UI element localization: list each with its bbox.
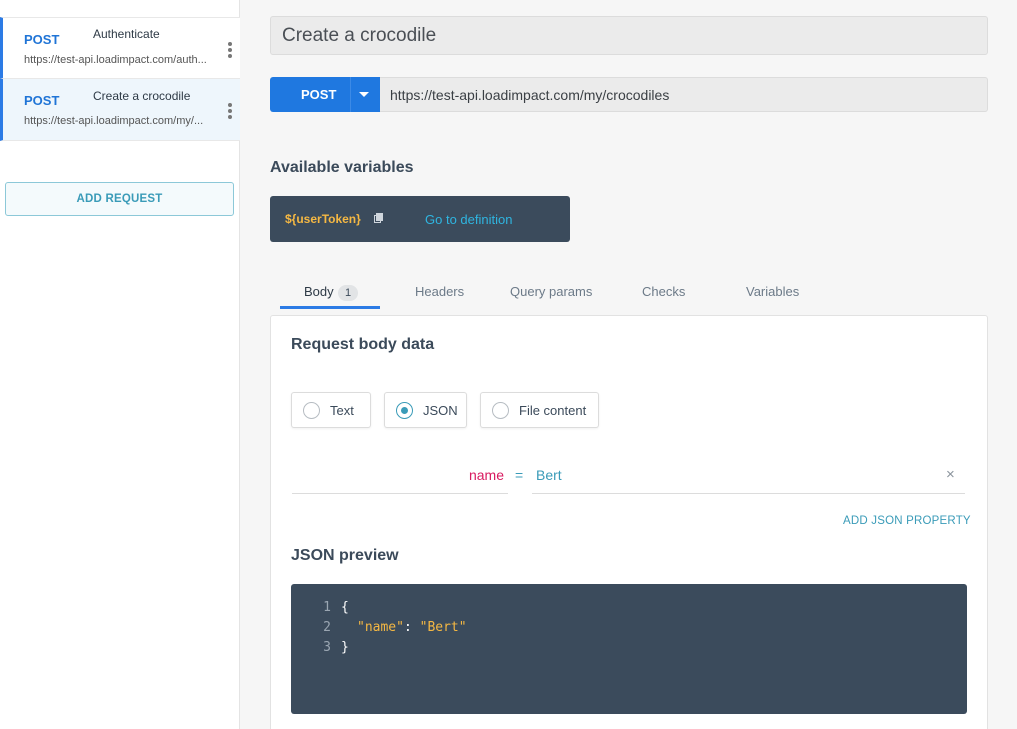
tab-checks[interactable]: Checks <box>642 284 685 299</box>
equals-sign: = <box>515 467 524 483</box>
sidebar: POST Authenticate https://test-api.loadi… <box>0 0 240 729</box>
variable-card: ${userToken} Go to definition <box>270 196 570 242</box>
tab-query-params[interactable]: Query params <box>510 284 592 299</box>
code-key: "name" <box>357 620 404 635</box>
radio-label: Text <box>330 403 354 418</box>
add-request-button[interactable]: ADD REQUEST <box>5 182 234 216</box>
request-item-create-crocodile[interactable]: POST Create a crocodile https://test-api… <box>0 79 240 141</box>
json-preview-code: 1 { 2 "name": "Bert" 3 } <box>291 584 967 714</box>
active-tab-indicator <box>280 306 380 309</box>
more-options-icon[interactable] <box>228 103 232 119</box>
body-type-json-radio[interactable]: JSON <box>384 392 467 428</box>
more-options-icon[interactable] <box>228 42 232 58</box>
code-colon: : <box>403 620 420 635</box>
close-icon[interactable]: × <box>946 466 955 483</box>
request-body-heading: Request body data <box>291 336 435 353</box>
copy-icon[interactable] <box>374 213 383 223</box>
method-label: POST <box>301 87 337 102</box>
request-url: https://test-api.loadimpact.com/auth... <box>24 54 207 66</box>
request-method: POST <box>24 32 60 47</box>
url-input[interactable]: https://test-api.loadimpact.com/my/croco… <box>380 77 988 112</box>
request-name: Create a crocodile <box>93 89 191 103</box>
property-value: Bert <box>536 467 562 483</box>
line-number: 3 <box>323 640 331 655</box>
available-variables-heading: Available variables <box>270 159 414 176</box>
variable-name: ${userToken} <box>285 212 361 226</box>
body-type-text-radio[interactable]: Text <box>291 392 371 428</box>
json-property-value-input[interactable]: Bert <box>532 455 965 494</box>
code-string: "Bert" <box>419 620 467 635</box>
tab-variables[interactable]: Variables <box>746 284 799 299</box>
code-text: { <box>341 600 349 615</box>
add-json-property-button[interactable]: ADD JSON PROPERTY <box>843 515 971 527</box>
method-dropdown[interactable]: POST <box>270 77 380 112</box>
property-key: name <box>468 467 504 483</box>
chevron-down-icon <box>359 92 369 97</box>
radio-label: File content <box>519 403 587 418</box>
tab-body-badge: 1 <box>338 285 358 301</box>
code-text: "name": "Bert" <box>357 620 467 635</box>
radio-unchecked-icon <box>303 402 320 419</box>
request-url: https://test-api.loadimpact.com/my/... <box>24 115 204 127</box>
json-preview-heading: JSON preview <box>291 547 399 564</box>
line-number: 2 <box>323 620 331 635</box>
request-title-input[interactable]: Create a crocodile <box>270 16 988 55</box>
request-method: POST <box>24 93 60 108</box>
radio-unchecked-icon <box>492 402 509 419</box>
line-number: 1 <box>323 600 331 615</box>
code-text: } <box>341 640 349 655</box>
radio-label: JSON <box>423 403 458 418</box>
body-type-file-content-radio[interactable]: File content <box>480 392 599 428</box>
json-property-key-input[interactable]: name <box>292 455 508 494</box>
request-name: Authenticate <box>93 27 160 41</box>
tab-headers[interactable]: Headers <box>415 284 464 299</box>
radio-checked-icon <box>396 402 413 419</box>
method-divider <box>350 77 351 112</box>
request-item-authenticate[interactable]: POST Authenticate https://test-api.loadi… <box>0 17 240 79</box>
tab-body[interactable]: Body <box>304 284 334 299</box>
go-to-definition-link[interactable]: Go to definition <box>425 212 512 227</box>
